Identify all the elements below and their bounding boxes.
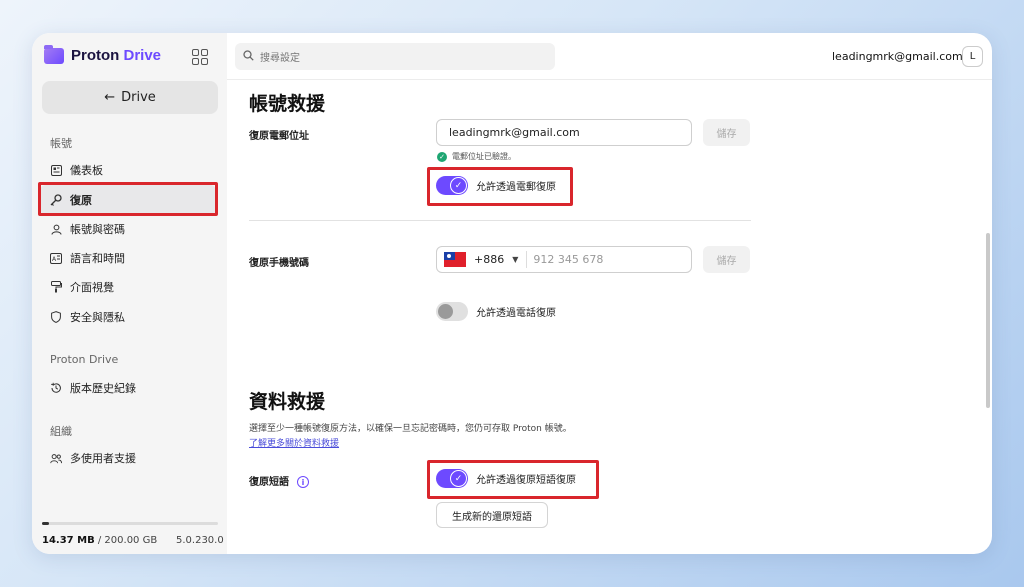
user-icon — [50, 223, 62, 235]
storage-separator: / — [94, 535, 105, 546]
taiwan-flag-icon — [444, 252, 466, 267]
content-scrollbar[interactable] — [986, 233, 990, 408]
shield-icon — [50, 311, 62, 323]
data-recovery-title: 資料救援 — [249, 391, 326, 413]
settings-search-input[interactable]: 搜尋設定 — [235, 43, 555, 70]
search-icon — [243, 49, 254, 64]
sidebar-item-multi-user[interactable]: 多使用者支援 — [50, 447, 136, 469]
back-to-drive-button[interactable]: ← Drive — [42, 81, 218, 114]
storage-total: 200.00 GB — [104, 535, 158, 546]
back-button-label: Drive — [121, 90, 156, 105]
sidebar-item-language-time[interactable]: A 語言和時間 — [50, 247, 125, 269]
dashboard-icon — [50, 164, 62, 176]
app-version: 5.0.230.0 — [176, 535, 224, 546]
sidebar-section-account: 帳號 — [50, 137, 72, 150]
learn-more-link[interactable]: 了解更多關於資料救援 — [249, 436, 339, 449]
section-divider — [249, 220, 751, 221]
sidebar-item-label: 版本歷史紀錄 — [70, 382, 136, 395]
chevron-down-icon[interactable]: ▼ — [512, 255, 518, 264]
toggle-knob — [437, 303, 454, 320]
recovery-phone-input[interactable]: +886 ▼ 912 345 678 — [436, 246, 692, 273]
storage-progress-bar — [42, 522, 218, 525]
save-phone-button[interactable]: 儲存 — [703, 246, 750, 273]
sidebar-item-label: 介面視覺 — [70, 281, 114, 294]
recovery-email-label: 復原電郵位址 — [249, 131, 309, 142]
phone-recovery-toggle-row[interactable]: 允許透過電話復原 — [436, 302, 556, 321]
proton-drive-logo[interactable]: Proton Drive — [44, 44, 162, 64]
arrow-left-icon: ← — [104, 90, 116, 105]
sidebar: Proton Drive ← Drive 帳號 儀表板 復原 帳號與密碼 A 語… — [32, 33, 227, 554]
user-email[interactable]: leadingmrk@gmail.com — [832, 50, 963, 63]
app-window: Proton Drive ← Drive 帳號 儀表板 復原 帳號與密碼 A 語… — [32, 33, 992, 554]
storage-usage: 14.37 MB / 200.00 GB — [42, 535, 157, 546]
generate-recovery-phrase-button[interactable]: 生成新的還原短語 — [436, 502, 548, 528]
email-recovery-toggle-row[interactable]: ✓ 允許透過電郵復原 — [436, 176, 556, 195]
sidebar-item-recovery[interactable]: 復原 — [40, 185, 216, 215]
storage-used: 14.37 MB — [42, 535, 95, 546]
header-divider — [227, 79, 992, 80]
search-placeholder: 搜尋設定 — [260, 53, 300, 64]
phone-recovery-toggle[interactable] — [436, 302, 468, 321]
apps-grid-icon[interactable] — [192, 49, 208, 65]
language-icon: A — [50, 252, 62, 264]
input-separator — [526, 251, 528, 268]
email-recovery-toggle[interactable]: ✓ — [436, 176, 468, 195]
sidebar-item-version-history[interactable]: 版本歷史紀錄 — [50, 377, 136, 399]
svg-text:A: A — [52, 256, 57, 263]
paint-roller-icon — [50, 281, 62, 293]
sidebar-item-label: 多使用者支援 — [70, 452, 136, 465]
sidebar-item-label: 帳號與密碼 — [70, 223, 125, 236]
recovery-phone-label: 復原手機號碼 — [249, 258, 309, 269]
sidebar-item-security-privacy[interactable]: 安全與隱私 — [50, 306, 125, 328]
recovery-email-input[interactable]: leadingmrk@gmail.com — [436, 119, 692, 146]
country-code[interactable]: +886 — [474, 253, 504, 266]
avatar[interactable]: L — [962, 46, 983, 67]
users-icon — [50, 452, 62, 464]
sidebar-item-dashboard[interactable]: 儀表板 — [50, 159, 103, 181]
sidebar-item-label: 安全與隱私 — [70, 311, 125, 324]
email-verified-status: ✓ 電郵位址已驗證。 — [437, 151, 516, 162]
sidebar-item-label: 復原 — [70, 194, 92, 207]
check-circle-icon: ✓ — [437, 151, 447, 162]
phrase-recovery-toggle-row[interactable]: ✓ 允許透過復原短語復原 — [436, 469, 576, 488]
sidebar-item-account-password[interactable]: 帳號與密碼 — [50, 218, 125, 240]
logo-text-proton: Proton — [71, 47, 120, 64]
data-recovery-description: 選擇至少一種帳號復原方法，以確保一旦忘記密碼時，您仍可存取 Proton 帳號。 — [249, 424, 572, 434]
sidebar-item-appearance[interactable]: 介面視覺 — [50, 276, 114, 298]
sidebar-section-organization: 組織 — [50, 425, 72, 438]
sidebar-section-proton-drive: Proton Drive — [50, 353, 119, 366]
phone-number-placeholder[interactable]: 912 345 678 — [533, 253, 603, 266]
logo-text-drive: Drive — [123, 47, 162, 64]
drive-logo-icon — [44, 44, 64, 64]
storage-progress-fill — [42, 522, 50, 525]
recovery-phrase-label: 復原短語 — [249, 477, 289, 488]
save-email-button[interactable]: 儲存 — [703, 119, 750, 146]
account-recovery-title: 帳號救援 — [249, 93, 326, 115]
email-recovery-toggle-label: 允許透過電郵復原 — [476, 182, 556, 193]
sidebar-item-label: 儀表板 — [70, 164, 103, 177]
phrase-recovery-toggle[interactable]: ✓ — [436, 469, 468, 488]
key-icon — [50, 194, 62, 206]
check-icon: ✓ — [450, 177, 467, 194]
history-icon — [50, 382, 62, 394]
phone-recovery-toggle-label: 允許透過電話復原 — [476, 308, 556, 319]
check-icon: ✓ — [450, 470, 467, 487]
info-icon[interactable]: i — [297, 476, 309, 488]
email-verified-text: 電郵位址已驗證。 — [452, 152, 516, 161]
recovery-phrase-label-row: 復原短語 i — [249, 473, 309, 488]
sidebar-item-label: 語言和時間 — [70, 252, 125, 265]
phrase-recovery-toggle-label: 允許透過復原短語復原 — [476, 475, 576, 486]
